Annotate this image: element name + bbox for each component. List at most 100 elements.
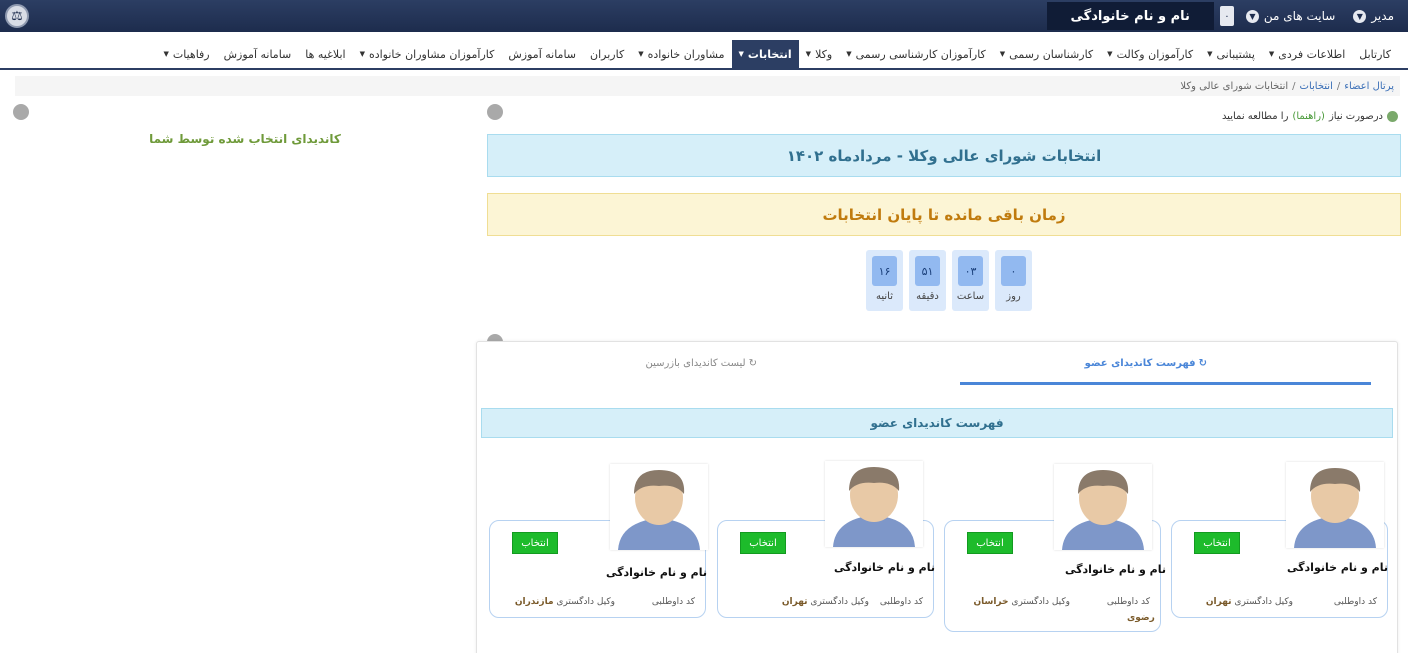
nav-item-lawyers[interactable]: وکلا ▼	[799, 40, 840, 68]
caret-down-icon: ▼	[846, 50, 852, 58]
candidate-name: نام و نام خانوادگی	[1287, 561, 1388, 574]
caret-down-icon: ▼	[638, 50, 644, 58]
nav-label: مشاوران خانواده	[647, 47, 725, 61]
timer-seconds-value: ۱۶	[872, 256, 897, 286]
nav-item-training-system-2[interactable]: سامانه آموزش	[217, 40, 299, 68]
nav-item-users[interactable]: کاربران	[583, 40, 631, 68]
select-candidate-button[interactable]: انتخاب	[967, 532, 1013, 554]
avatar	[1054, 464, 1152, 550]
election-title: انتخابات شورای عالی وکلا - مردادماه ۱۴۰۲	[487, 134, 1401, 177]
caret-down-icon: ▼	[999, 50, 1006, 58]
select-candidate-button[interactable]: انتخاب	[512, 532, 558, 554]
candidate-name: نام و نام خانوادگی	[834, 561, 935, 574]
scales-icon[interactable]: ⚖	[5, 4, 29, 28]
panel-handle[interactable]	[487, 104, 503, 120]
help-suffix: را مطالعه نمایید	[1221, 111, 1289, 122]
candidate-code-label: کد داوطلبی	[879, 597, 923, 607]
chevron-down-icon: ▼	[1353, 9, 1367, 23]
candidate-code-label: کد داوطلبی	[651, 597, 695, 607]
avatar	[1286, 462, 1384, 548]
refresh-icon: ↻	[1198, 358, 1207, 369]
timer-seconds: ۱۶ ثانیه	[866, 250, 903, 311]
tab-label: لیست کاندیدای بازرسین	[645, 358, 746, 369]
nav-label: کارآموزان کارشناسی رسمی	[855, 47, 986, 61]
caret-down-icon: ▼	[359, 50, 365, 58]
tab-label: فهرست کاندیدای عضو	[1084, 358, 1196, 369]
nav-label: وکلا	[815, 47, 833, 61]
selected-candidates-title: کاندیدای انتخاب شده توسط شما	[149, 132, 341, 146]
candidate-court: وکیل دادگستری مازندران	[515, 597, 615, 607]
nav-item-family-counselors[interactable]: مشاوران خانواده ▼	[631, 40, 731, 68]
candidates-list-header: فهرست کاندیدای عضو	[481, 408, 1393, 438]
refresh-icon: ↻	[748, 358, 757, 369]
nav-item-cartable[interactable]: کارتابل	[1352, 40, 1398, 68]
nav-item-expert-trainees[interactable]: کارآموزان کارشناسی رسمی ▼	[839, 40, 993, 68]
panel-handle[interactable]	[13, 104, 29, 120]
nav-label: ابلاغیه ها	[305, 47, 346, 61]
notification-badge[interactable]: ۰	[1219, 6, 1234, 26]
avatar	[825, 461, 923, 547]
tab-member-candidates[interactable]: ↻ فهرست کاندیدای عضو	[1085, 358, 1207, 369]
caret-down-icon: ▼	[1268, 50, 1275, 58]
court-city: تهران	[781, 597, 808, 607]
nav-item-notices[interactable]: ابلاغیه ها	[298, 40, 352, 68]
countdown-timer: ۰ روز ۰۳ ساعت ۵۱ دقیقه ۱۶ ثانیه	[866, 250, 1032, 311]
candidate-code-label: کد داوطلبی	[1106, 597, 1150, 607]
nav-menu: کارتابل اطلاعات فردی ▼ پشتیبانی ▼ کارآموزا…	[156, 40, 1398, 68]
countdown-title: زمان باقی مانده تا پایان انتخابات	[487, 193, 1401, 236]
breadcrumb-elections[interactable]: انتخابات	[1300, 81, 1333, 92]
breadcrumb-portal[interactable]: پرتال اعضاء	[1344, 81, 1394, 92]
select-candidate-button[interactable]: انتخاب	[1194, 532, 1240, 554]
select-candidate-button[interactable]: انتخاب	[740, 532, 786, 554]
nav-item-support[interactable]: پشتیبانی ▼	[1200, 40, 1262, 68]
avatar	[610, 464, 708, 550]
breadcrumb-separator: /	[1292, 80, 1296, 92]
chevron-down-icon: ▼	[1245, 9, 1259, 23]
tab-inspector-candidates[interactable]: ↻ لیست کاندیدای بازرسین	[645, 358, 757, 369]
my-sites-label: سایت های من	[1263, 9, 1336, 23]
timer-hours-value: ۰۳	[958, 256, 983, 286]
help-icon	[1387, 111, 1398, 122]
nav-item-welfare[interactable]: رفاهیات ▼	[156, 40, 216, 68]
candidate-name: نام و نام خانوادگی	[606, 566, 707, 579]
active-tab-indicator	[960, 382, 1371, 385]
timer-days-value: ۰	[1001, 256, 1026, 286]
nav-label: انتخابات	[747, 47, 792, 61]
timer-days: ۰ روز	[995, 250, 1032, 311]
candidate-name: نام و نام خانوادگی	[1065, 563, 1166, 576]
user-name[interactable]: نام و نام خانوادگی	[1046, 2, 1214, 30]
nav-item-elections[interactable]: انتخابات ▼	[731, 40, 799, 68]
candidate-court: وکیل دادگستری تهران	[1206, 597, 1293, 607]
top-user-menu: مدیر ▼ سایت های من ▼ ۰ نام و نام خانوادگ…	[1046, 0, 1400, 32]
nav-item-official-experts[interactable]: کارشناسان رسمی ▼	[993, 40, 1100, 68]
timer-hours: ۰۳ ساعت	[952, 250, 989, 311]
nav-item-training-system[interactable]: سامانه آموزش	[501, 40, 583, 68]
help-prefix: درصورت نیاز	[1328, 111, 1383, 122]
role-label: مدیر	[1371, 9, 1394, 23]
timer-hours-label: ساعت	[956, 291, 985, 302]
nav-item-counselor-trainees[interactable]: کارآموزان مشاوران خانواده ▼	[353, 40, 502, 68]
breadcrumb: پرتال اعضاء / انتخابات / انتخابات شورای …	[15, 76, 1400, 96]
court-city-extra: رضوی	[1127, 613, 1155, 623]
help-link[interactable]: (راهنما)	[1292, 111, 1325, 122]
nav-label: کارآموزان وکالت	[1116, 47, 1194, 61]
nav-label: رفاهیات	[172, 47, 210, 61]
caret-down-icon: ▼	[1207, 50, 1213, 58]
my-sites-dropdown[interactable]: سایت های من ▼	[1240, 9, 1341, 23]
nav-label: کارتابل	[1359, 47, 1391, 61]
court-city: مازندران	[514, 597, 554, 607]
caret-down-icon: ▼	[1107, 50, 1113, 58]
timer-minutes-value: ۵۱	[915, 256, 940, 286]
caret-down-icon: ▼	[738, 50, 744, 58]
help-line: درصورت نیاز (راهنما) را مطالعه نمایید	[1222, 111, 1398, 122]
breadcrumb-current: انتخابات شورای عالی وکلا	[1180, 80, 1289, 92]
timer-minutes: ۵۱ دقیقه	[909, 250, 946, 311]
nav-item-personal-info[interactable]: اطلاعات فردی ▼	[1262, 40, 1352, 68]
role-dropdown[interactable]: مدیر ▼	[1347, 9, 1400, 23]
nav-label: کاربران	[590, 47, 625, 61]
timer-days-label: روز	[1006, 291, 1021, 302]
nav-label: سامانه آموزش	[223, 47, 292, 61]
nav-label: پشتیبانی	[1216, 47, 1255, 61]
candidate-court: وکیل دادگستری خراسان	[973, 597, 1070, 607]
nav-item-lawyer-trainees[interactable]: کارآموزان وکالت ▼	[1100, 40, 1200, 68]
